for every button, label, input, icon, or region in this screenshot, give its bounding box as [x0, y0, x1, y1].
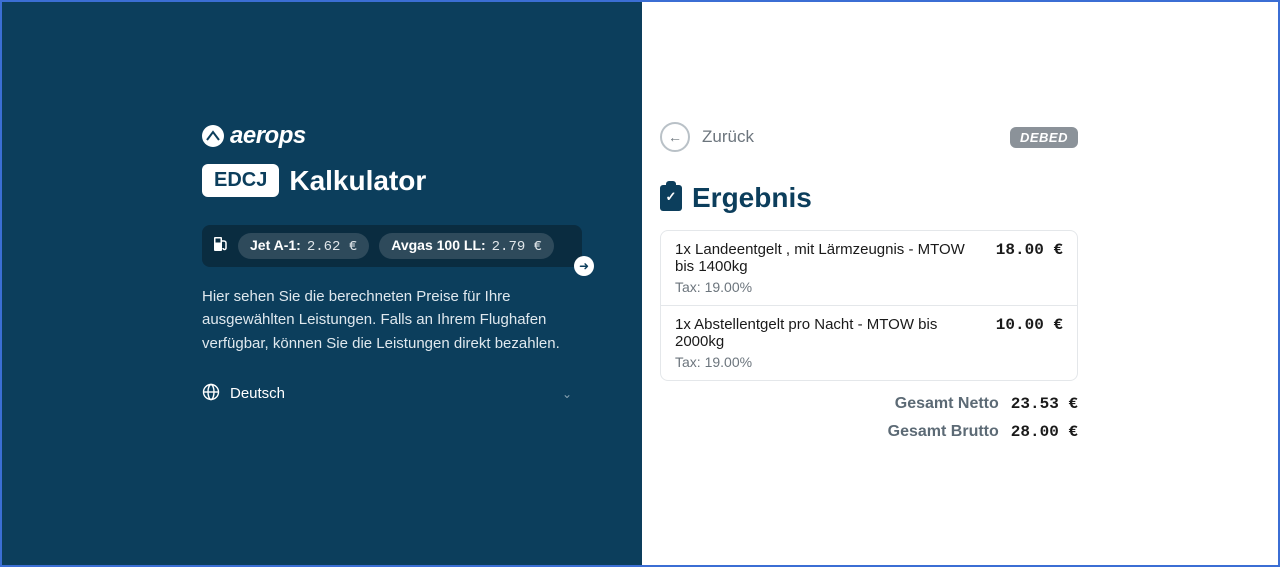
line-item-desc: 1x Abstellentgelt pro Nacht - MTOW bis 2…: [675, 316, 975, 350]
fuel-jet-a1-price: 2.62 €: [307, 239, 357, 255]
brand-name: aerops: [230, 122, 306, 150]
total-gross-label: Gesamt Brutto: [888, 423, 999, 441]
fuel-avgas-label: Avgas 100 LL:: [391, 237, 485, 253]
total-gross-value: 28.00 €: [1011, 423, 1078, 441]
result-heading: Ergebnis: [692, 182, 812, 214]
registration-badge: DEBED: [1010, 127, 1078, 148]
total-net-label: Gesamt Netto: [895, 395, 999, 413]
brand-logo-icon: [202, 125, 224, 147]
total-net-value: 23.53 €: [1011, 395, 1078, 413]
line-item-desc: 1x Landeentgelt , mit Lärmzeugnis - MTOW…: [675, 241, 975, 275]
chevron-down-icon: ⌄: [562, 387, 582, 401]
total-net-row: Gesamt Netto 23.53 €: [660, 395, 1078, 413]
total-gross-row: Gesamt Brutto 28.00 €: [660, 423, 1078, 441]
language-label: Deutsch: [230, 385, 285, 402]
result-heading-row: Ergebnis: [660, 182, 1078, 214]
arrow-left-icon: ←: [660, 122, 690, 152]
line-items: 1x Landeentgelt , mit Lärmzeugnis - MTOW…: [660, 230, 1078, 381]
icao-badge: EDCJ: [202, 164, 279, 197]
fuel-avgas-price: 2.79 €: [492, 239, 542, 255]
line-item: 1x Abstellentgelt pro Nacht - MTOW bis 2…: [661, 305, 1077, 380]
globe-icon: [202, 383, 220, 405]
line-item-tax: Tax: 19.00%: [675, 279, 1063, 295]
page-title: Kalkulator: [289, 165, 426, 197]
totals: Gesamt Netto 23.53 € Gesamt Brutto 28.00…: [660, 395, 1078, 441]
description-text: Hier sehen Sie die berechneten Preise fü…: [202, 285, 562, 355]
fuel-price-bar: Jet A-1: 2.62 € Avgas 100 LL: 2.79 € ➜: [202, 225, 582, 267]
back-button[interactable]: ← Zurück: [660, 122, 754, 152]
line-item: 1x Landeentgelt , mit Lärmzeugnis - MTOW…: [661, 231, 1077, 305]
right-panel: ← Zurück DEBED Ergebnis 1x Landeentgelt …: [642, 2, 1278, 565]
left-panel: aerops EDCJ Kalkulator Jet A-1: 2.62 € A…: [2, 2, 642, 565]
clipboard-check-icon: [660, 185, 682, 211]
brand-row: aerops: [202, 122, 582, 150]
title-row: EDCJ Kalkulator: [202, 164, 582, 197]
language-selector[interactable]: Deutsch ⌄: [202, 383, 582, 405]
line-item-price: 18.00 €: [996, 241, 1063, 275]
fuel-jet-a1-label: Jet A-1:: [250, 237, 301, 253]
arrow-right-icon[interactable]: ➜: [574, 256, 594, 276]
right-header: ← Zurück DEBED: [660, 122, 1078, 152]
fuel-pump-icon: [212, 235, 228, 258]
fuel-jet-a1[interactable]: Jet A-1: 2.62 €: [238, 233, 369, 259]
fuel-avgas[interactable]: Avgas 100 LL: 2.79 €: [379, 233, 554, 259]
line-item-price: 10.00 €: [996, 316, 1063, 350]
back-label: Zurück: [702, 127, 754, 147]
line-item-tax: Tax: 19.00%: [675, 354, 1063, 370]
